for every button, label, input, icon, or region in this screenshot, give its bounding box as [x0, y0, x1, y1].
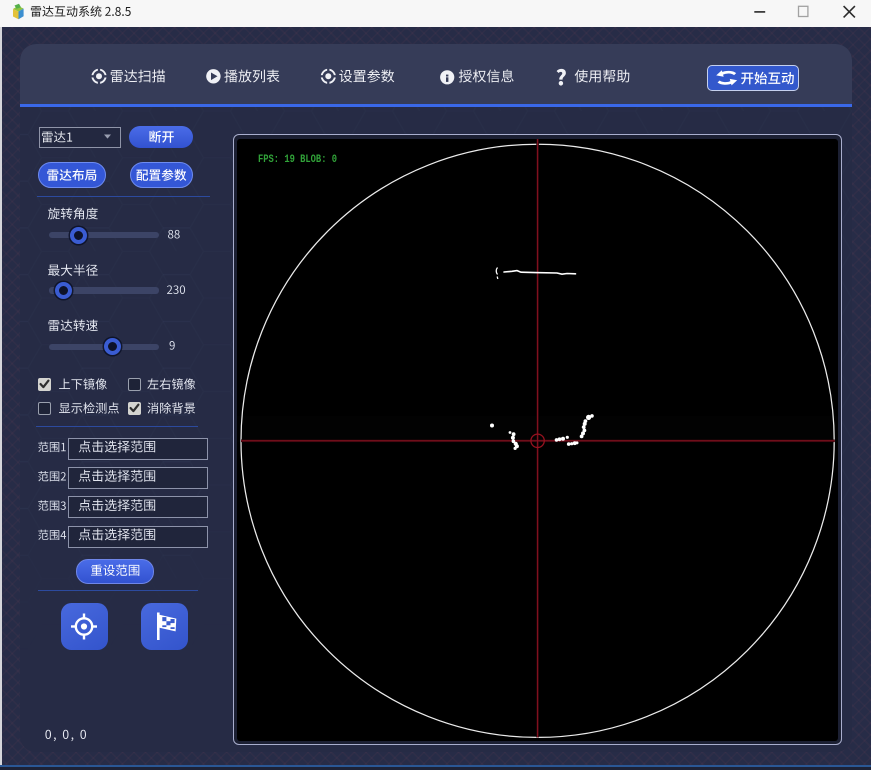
- svg-text:FPS: 19 BLOB: 0: FPS: 19 BLOB: 0: [258, 154, 337, 166]
